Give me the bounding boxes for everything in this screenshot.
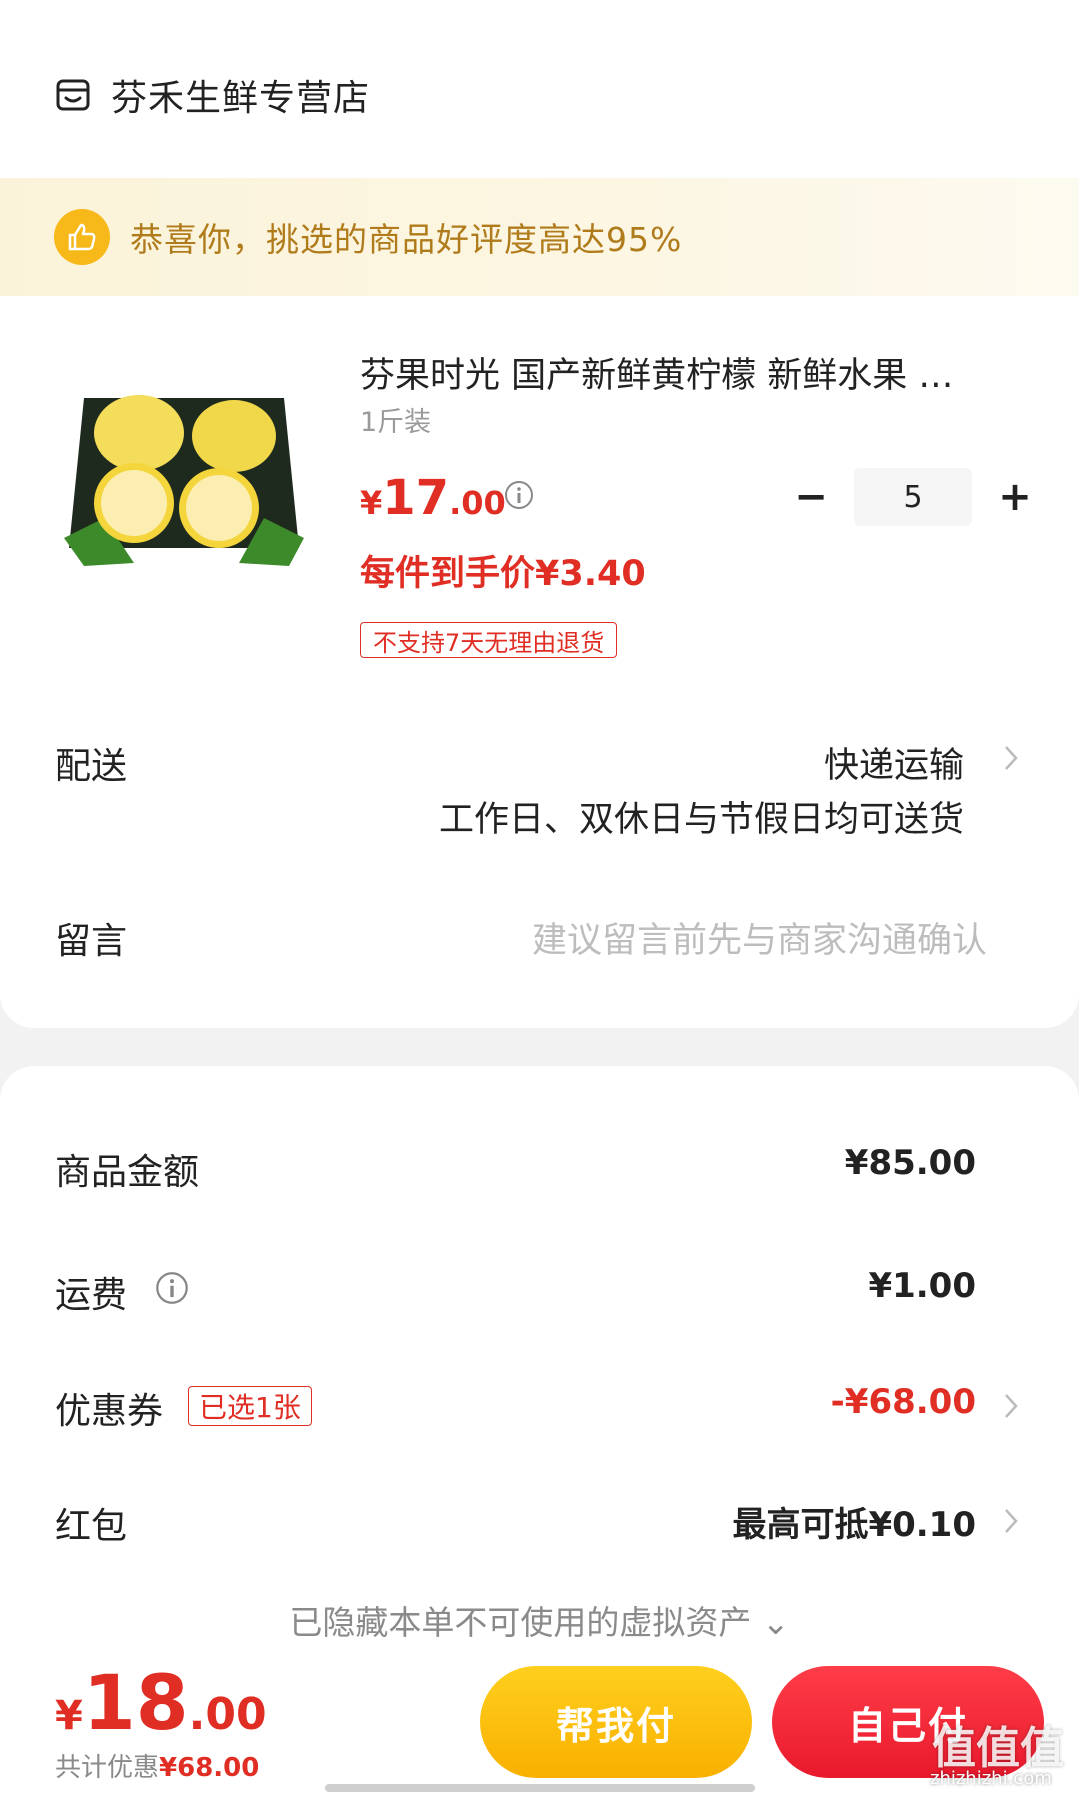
- total-price: ¥18.00: [55, 1658, 267, 1747]
- rating-banner: 恭喜你，挑选的商品好评度高达95%: [0, 178, 1079, 296]
- quantity-stepper: − 5 +: [780, 466, 1046, 528]
- increase-button[interactable]: +: [984, 466, 1046, 528]
- total-integer: 18: [82, 1658, 189, 1747]
- delivery-method[interactable]: 快递运输: [824, 737, 964, 788]
- delivery-label: 配送: [55, 746, 128, 787]
- info-icon[interactable]: [155, 1271, 189, 1305]
- delivery-note: 工作日、双休日与节假日均可送货: [438, 800, 964, 840]
- price-decimal: .00: [449, 484, 506, 522]
- price-integer: 17: [382, 470, 450, 526]
- savings-amount: ¥68.00: [159, 1753, 260, 1783]
- goods-amount: ¥85.00: [844, 1143, 976, 1183]
- hidden-assets-toggle[interactable]: 已隐藏本单不可使用的虚拟资产 ⌄: [0, 1596, 1079, 1644]
- coupon-selected-tag: 已选1张: [188, 1386, 312, 1426]
- chevron-right-icon[interactable]: [1003, 1507, 1019, 1535]
- chevron-right-icon[interactable]: [1003, 1392, 1019, 1420]
- banner-text: 恭喜你，挑选的商品好评度高达95%: [130, 220, 683, 259]
- message-input[interactable]: 建议留言前先与商家沟通确认: [532, 912, 987, 963]
- redpacket-label: 红包: [55, 1506, 128, 1547]
- home-indicator: [325, 1784, 755, 1792]
- price-symbol: ¥: [360, 484, 383, 522]
- shipping-label: 运费: [55, 1275, 128, 1316]
- quantity-input[interactable]: 5: [854, 468, 972, 526]
- store-name: 芬禾生鲜专营店: [111, 78, 371, 119]
- watermark: 值值值: [932, 1723, 1064, 1774]
- product-title[interactable]: 芬果时光 国产新鲜黄柠檬 新鲜水果 …: [360, 347, 1020, 398]
- watermark-url: zhizhizhi.com: [930, 1768, 1052, 1789]
- unit-price: 每件到手价¥3.40: [360, 554, 646, 594]
- decrease-button[interactable]: −: [780, 466, 842, 528]
- total-decimal: .00: [188, 1689, 267, 1740]
- info-icon[interactable]: [504, 480, 534, 510]
- product-image[interactable]: [64, 388, 304, 588]
- product-price: ¥17.00: [360, 470, 506, 526]
- goods-amount-label: 商品金额: [55, 1152, 200, 1193]
- order-card: 芬禾生鲜专营店 恭喜你，挑选的商品好评度高达95% 芬果时光 国产新鲜黄柠檬 新…: [0, 0, 1079, 1028]
- chevron-right-icon[interactable]: [1003, 744, 1019, 772]
- product-spec: 1斤装: [360, 407, 432, 438]
- coupon-label: 优惠券: [55, 1391, 164, 1432]
- thumbs-up-icon: [54, 209, 110, 265]
- redpacket-hint[interactable]: 最高可抵¥0.10: [732, 1497, 976, 1546]
- total-savings: 共计优惠¥68.00: [55, 1747, 259, 1784]
- store-header[interactable]: 芬禾生鲜专营店: [55, 70, 370, 120]
- savings-prefix: 共计优惠: [55, 1753, 160, 1783]
- return-policy-tag: 不支持7天无理由退货: [360, 622, 618, 658]
- total-symbol: ¥: [55, 1693, 83, 1739]
- store-icon: [56, 79, 90, 111]
- message-label: 留言: [55, 921, 128, 962]
- coupon-amount[interactable]: -¥68.00: [831, 1382, 976, 1422]
- help-pay-button[interactable]: 帮我付: [480, 1666, 752, 1778]
- shipping-amount: ¥1.00: [868, 1266, 976, 1306]
